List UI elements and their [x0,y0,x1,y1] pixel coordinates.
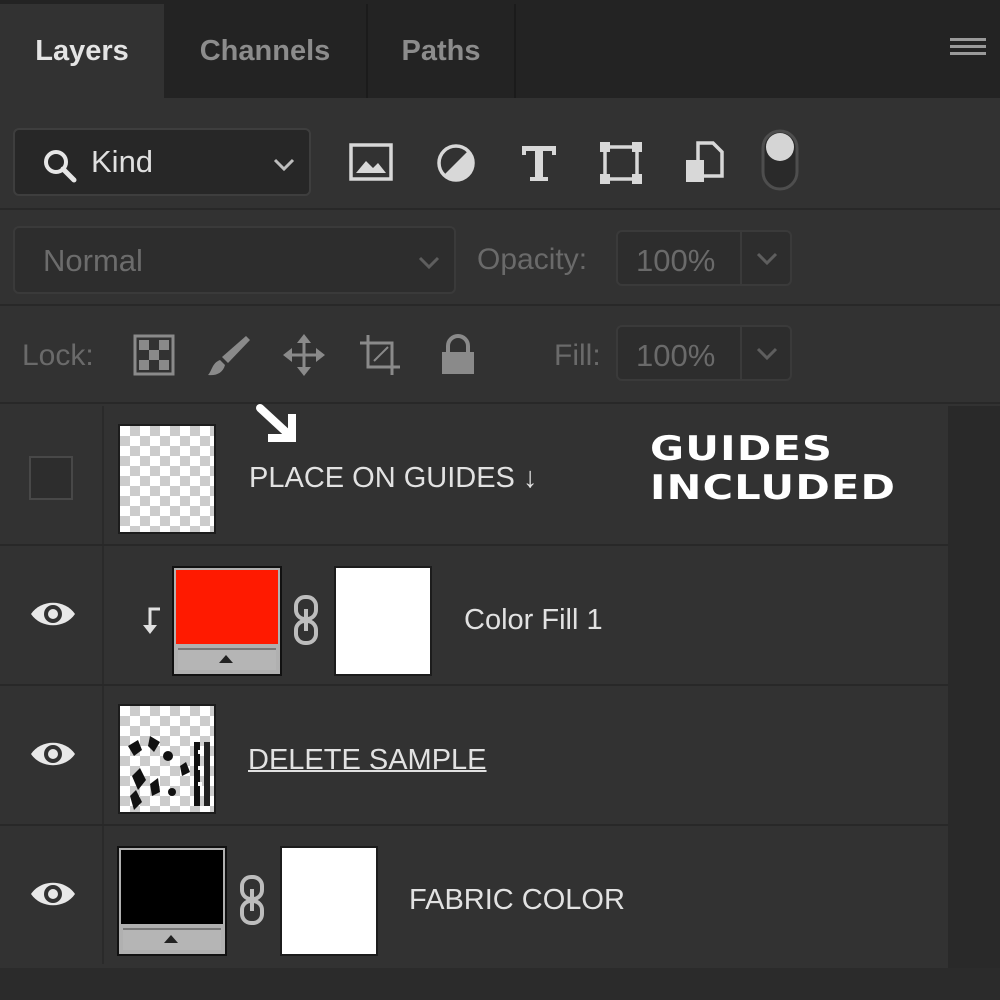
separator [0,208,1000,210]
fill-field[interactable]: 100% [616,325,792,381]
chevron-down-icon [418,256,440,270]
clipping-arrow-icon [143,607,160,634]
layer-row[interactable]: Color Fill 1 [0,546,948,686]
sample-art-icon [128,736,210,810]
arrow-down-right-icon [256,404,296,442]
lock-position-icon[interactable] [282,333,326,377]
promo-line-2: INCLUDED [650,468,897,508]
search-icon [44,150,77,183]
promo-line-1: GUIDES [650,429,834,469]
fill-swatch [121,850,223,924]
smart-object-filter-icon[interactable] [682,140,728,186]
tab-paths-label: Paths [401,34,481,67]
color-fill-thumbnail[interactable] [172,566,282,676]
lock-transparent-pixels-icon[interactable] [132,333,176,377]
separator [0,402,1000,404]
eye-icon[interactable] [29,596,77,632]
visibility-column [0,826,104,964]
pixel-layer-filter-icon[interactable] [348,140,394,186]
lock-image-pixels-icon[interactable] [206,333,250,377]
filter-kind-label: Kind [91,144,154,179]
eye-icon[interactable] [29,876,77,912]
type-layer-filter-icon[interactable] [516,140,562,186]
opacity-label: Opacity: [477,243,588,276]
tab-layers-label: Layers [35,34,129,67]
blend-mode-label: Normal [43,243,143,278]
visibility-column [0,406,104,544]
shape-layer-filter-icon[interactable] [598,140,644,186]
layer-mask-thumbnail[interactable] [280,846,378,956]
fill-label: Fill: [554,339,601,372]
panel-footer [0,968,1000,1000]
layer-name[interactable]: Color Fill 1 [464,604,603,637]
lock-label: Lock: [22,339,94,372]
color-fill-thumbnail[interactable] [117,846,227,956]
panel-menu-icon[interactable] [950,38,986,64]
visibility-column [0,546,104,684]
layer-mask-thumbnail[interactable] [334,566,432,676]
layer-row[interactable]: FABRIC COLOR [0,826,948,966]
tab-channels[interactable]: Channels [164,4,368,98]
chevron-down-icon[interactable] [753,247,781,269]
tab-layers[interactable]: Layers [0,4,164,98]
layers-scrollbar[interactable] [948,406,1000,968]
tab-channels-label: Channels [199,34,331,67]
opacity-field[interactable]: 100% [616,230,792,286]
opacity-value: 100% [636,243,716,278]
tab-paths[interactable]: Paths [368,4,516,98]
fill-swatch [176,570,278,644]
layer-thumbnail [118,424,216,534]
adjustment-layer-filter-icon[interactable] [433,140,479,186]
panel-tab-bar: Layers Channels Paths [0,0,1000,98]
filter-toggle-icon[interactable] [760,128,800,192]
layer-name[interactable]: PLACE ON GUIDES ↓ [249,462,537,495]
visibility-column [0,686,104,824]
link-chain-icon[interactable] [238,874,266,926]
lock-artboard-icon[interactable] [358,333,402,377]
fill-value: 100% [636,338,716,373]
layer-name[interactable]: DELETE SAMPLE [248,744,487,777]
chevron-down-icon [273,158,295,172]
layer-name[interactable]: FABRIC COLOR [409,884,625,917]
eye-icon[interactable] [29,736,77,772]
visibility-toggle-empty[interactable] [29,456,73,500]
filter-kind-select[interactable]: Kind [13,128,311,196]
lock-all-icon[interactable] [436,333,480,377]
link-chain-icon[interactable] [292,594,320,646]
chevron-down-icon[interactable] [753,342,781,364]
guides-included-promo: GUIDES INCLUDED [650,430,896,508]
separator [0,304,1000,306]
blend-mode-select[interactable]: Normal [13,226,456,294]
layer-thumbnail [118,704,216,814]
layer-row[interactable]: DELETE SAMPLE [0,686,948,826]
